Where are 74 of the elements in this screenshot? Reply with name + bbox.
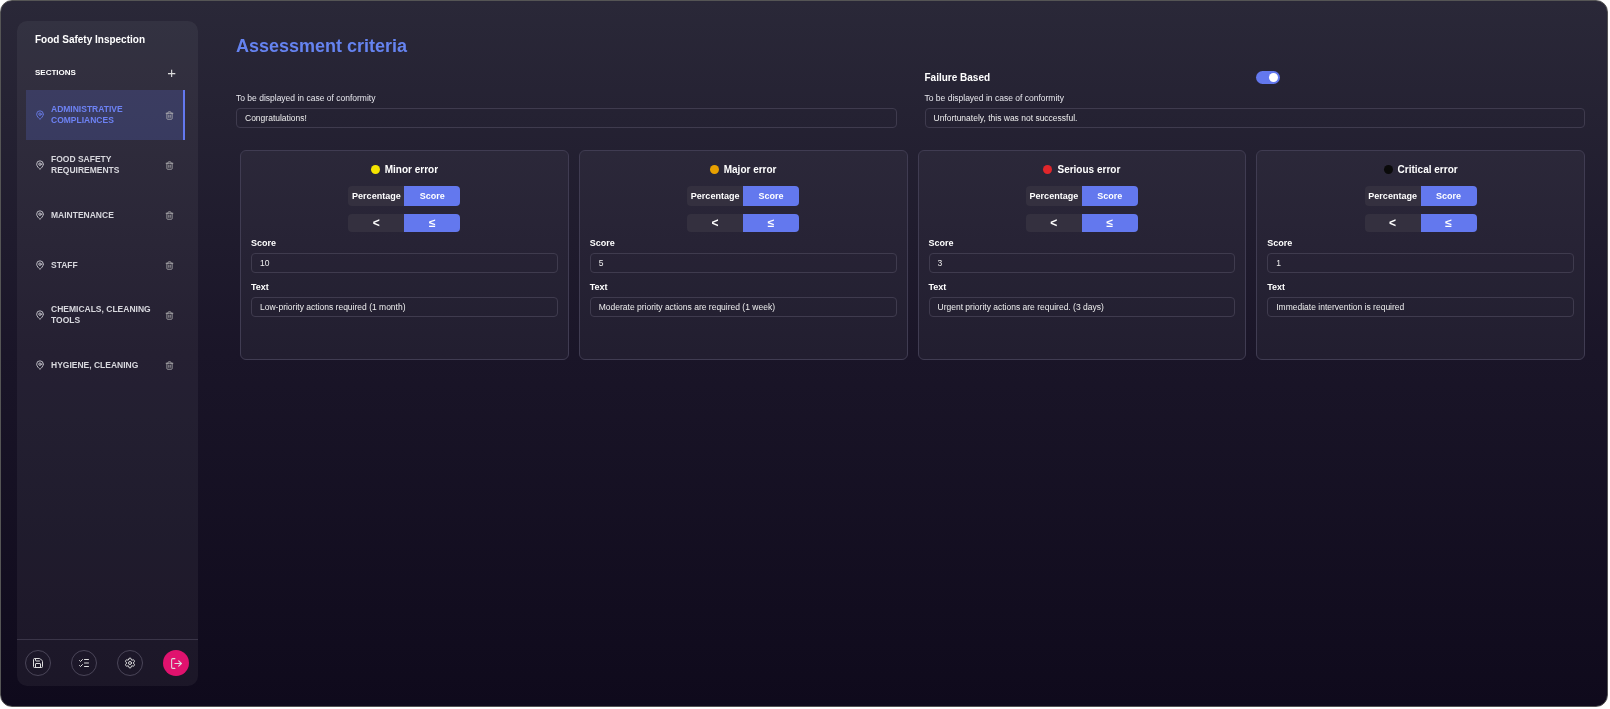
sidebar-item[interactable]: FOOD SAFETY REQUIREMENTS [26,140,185,190]
checklist-icon [78,657,90,669]
score-field[interactable]: 5 [589,253,897,273]
mode-toggle[interactable]: Percentage [687,186,744,206]
field-label: To be displayed in case of conformity [924,93,1065,103]
failure-based-label: Failure Based [924,72,991,83]
text-label: Text [589,282,609,292]
text-label: Text [1267,282,1287,292]
mode-toggle[interactable]: Score [404,186,461,206]
score-label: Score [251,238,277,248]
operator-toggle[interactable]: ≤ [1081,214,1138,232]
delete-icon [165,160,174,170]
section-label: HYGIENE, CLEANING [51,359,140,371]
field-label: To be displayed in case of conformity [236,93,377,103]
sidebar-item[interactable]: STAFF [26,240,185,290]
app-title: Food Safety Inspection [34,33,146,45]
location-pin-icon [35,360,45,370]
mode-toggle[interactable]: Percentage [1364,186,1421,206]
text-field[interactable]: Low-priority actions required (1 month) [251,297,558,317]
save-icon [32,657,44,669]
logout-button[interactable] [163,650,189,676]
operator-toggle[interactable]: ≤ [1420,214,1477,232]
delete-icon [165,260,174,270]
location-pin-icon [35,160,45,170]
message-field[interactable]: Congratulations! [236,108,897,128]
score-label: Score [1267,238,1294,248]
settings-icon [124,657,136,669]
text-field[interactable]: Moderate priority actions are required (1 week) [589,297,897,317]
mode-toggle[interactable]: Percentage [348,186,405,206]
section-label: CHEMICALS, CLEANING TOOLS [51,304,152,326]
add-section-button[interactable]: + [167,65,176,80]
card-title: Serious error [1057,164,1121,175]
location-pin-icon [35,310,45,320]
mode-toggle[interactable]: Score [1420,186,1477,206]
card-title: Major error [723,164,777,175]
delete-icon [165,310,174,320]
sidebar-item[interactable]: MAINTENANCE [26,190,185,240]
section-label: FOOD SAFETY REQUIREMENTS [51,154,121,176]
text-field[interactable]: Immediate intervention is required [1267,297,1574,317]
message-field[interactable]: Unfortunately, this was not successful. [924,108,1585,128]
section-label: ADMINISTRATIVE COMPLIANCES [51,104,124,126]
operator-toggle[interactable]: ≤ [404,214,461,232]
operator-toggle[interactable]: < [687,214,744,232]
score-field[interactable]: 3 [928,253,1236,273]
operator-toggle[interactable]: ≤ [743,214,800,232]
mode-toggle[interactable]: Score [1081,186,1138,206]
section-label: MAINTENANCE [51,209,115,221]
sidebar-item[interactable]: HYGIENE, CLEANING [26,340,185,390]
failure-based-toggle[interactable] [1255,71,1280,84]
sections-label: SECTIONS [35,68,76,77]
section-label: STAFF [51,259,79,271]
delete-icon [165,110,174,120]
text-label: Text [928,282,948,292]
score-field[interactable]: 1 [1267,253,1574,273]
text-field[interactable]: Urgent priority actions are required. (3 days) [928,297,1236,317]
card-title: Minor error [384,164,439,175]
score-label: Score [928,238,955,248]
page-title: Assessment criteria [236,36,409,57]
location-pin-icon [35,260,45,270]
score-field[interactable]: 10 [251,253,558,273]
operator-toggle[interactable]: < [1364,214,1421,232]
text-label: Text [251,282,270,292]
sidebar-item[interactable]: CHEMICALS, CLEANING TOOLS [26,290,185,340]
operator-toggle[interactable]: < [348,214,405,232]
delete-icon [165,210,174,220]
score-label: Score [589,238,616,248]
logout-icon [169,656,183,670]
location-pin-icon [35,110,45,120]
mode-toggle[interactable]: Percentage [1025,186,1082,206]
location-pin-icon [35,210,45,220]
delete-icon [165,360,174,370]
mode-toggle[interactable]: Score [743,186,800,206]
operator-toggle[interactable]: < [1025,214,1082,232]
card-title: Critical error [1397,164,1458,175]
